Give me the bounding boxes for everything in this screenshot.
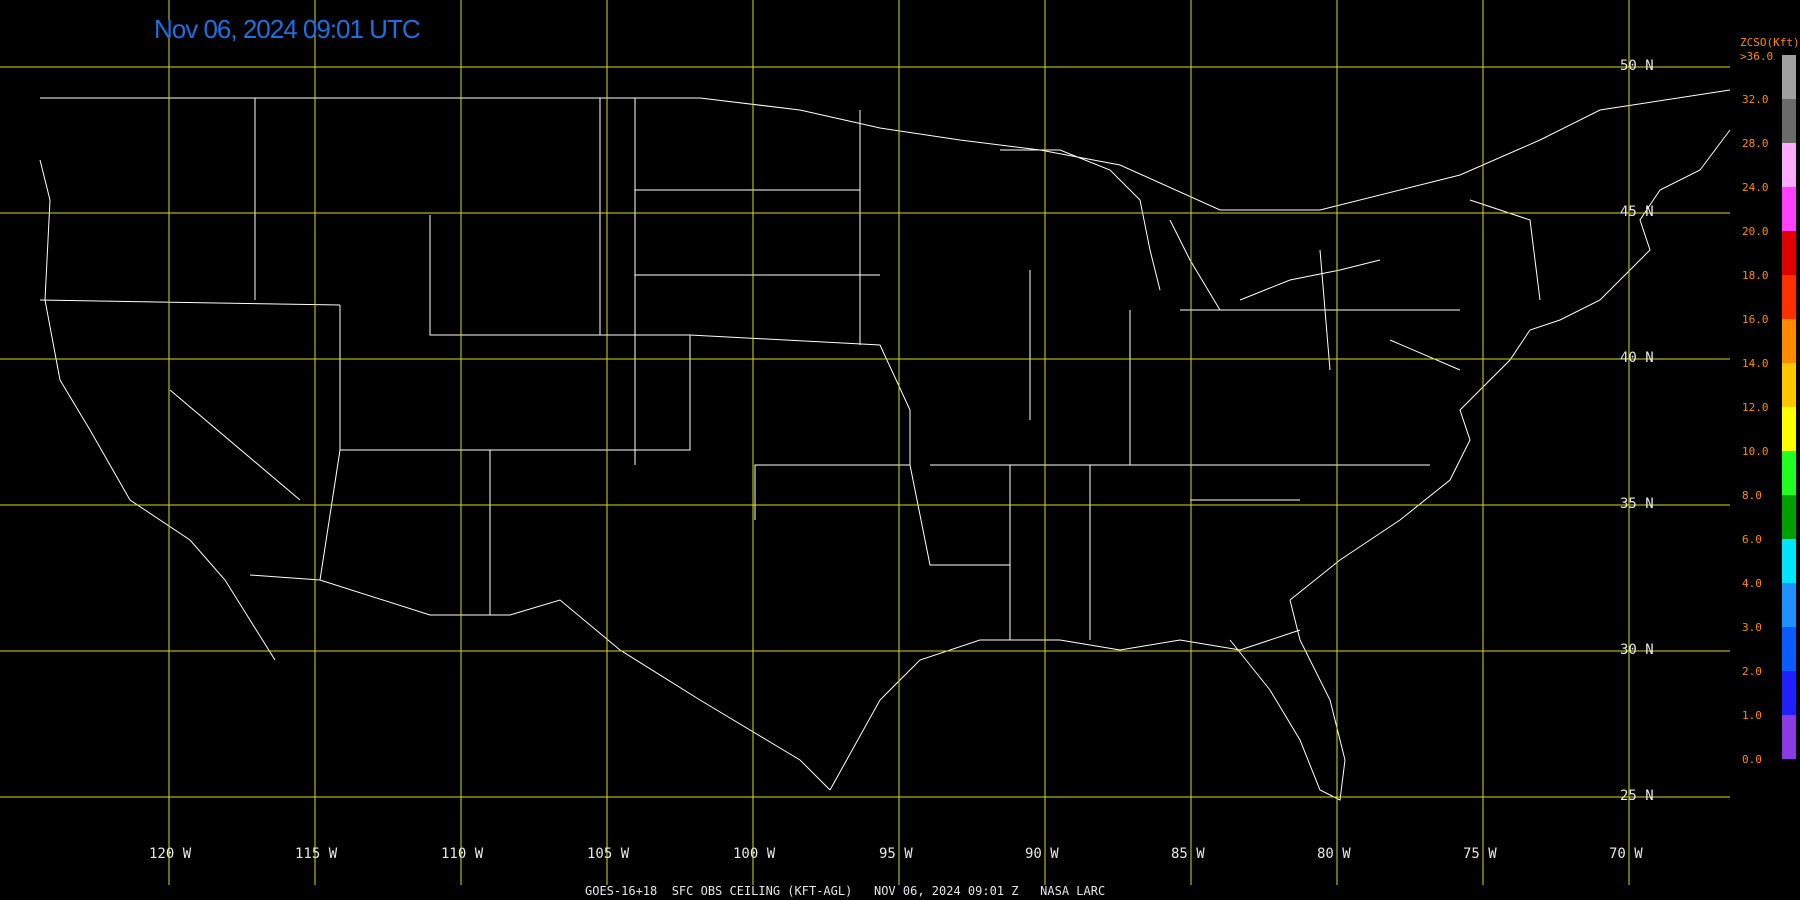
gulf-coast	[829, 629, 1301, 791]
legend-color-segment	[1782, 715, 1796, 759]
legend-color-segment	[1782, 55, 1796, 99]
legend-color-segment	[1782, 231, 1796, 275]
mexico-border	[249, 574, 831, 791]
legend-tick-label: 18.0	[1742, 269, 1769, 282]
timestamp-title: Nov 06, 2024 09:01 UTC	[154, 14, 421, 44]
legend-title: ZCSO(Kft)	[1740, 36, 1800, 49]
latitude-label: 30 N	[1620, 642, 1654, 658]
legend-color-segment	[1782, 187, 1796, 231]
state-boundaries	[39, 89, 1731, 801]
legend-tick-label: 6.0	[1742, 533, 1762, 546]
latitude-label: 45 N	[1620, 204, 1654, 220]
longitude-label: 95 W	[879, 846, 913, 862]
legend-tick-label: 2.0	[1742, 665, 1762, 678]
conus-map	[0, 0, 1731, 885]
legend-tick-label: 12.0	[1742, 401, 1769, 414]
legend-color-segment	[1782, 495, 1796, 539]
legend-color-segment	[1782, 407, 1796, 451]
latitude-label: 35 N	[1620, 496, 1654, 512]
longitude-label: 85 W	[1171, 846, 1205, 862]
legend-color-segment	[1782, 275, 1796, 319]
footer-caption: GOES-16+18 SFC OBS CEILING (KFT-AGL) NOV…	[585, 884, 1106, 898]
satellite-map-page: Nov 06, 2024 09:01 UTC 50 N 45 N 40 N 35 N 3…	[0, 0, 1800, 900]
legend-color-segment	[1782, 451, 1796, 495]
legend-tick-label: 3.0	[1742, 621, 1762, 634]
canada-border	[40, 89, 1731, 211]
legend-tick-label: 1.0	[1742, 709, 1762, 722]
longitude-label: 90 W	[1025, 846, 1059, 862]
longitude-label: 100 W	[733, 846, 776, 862]
longitude-label: 115 W	[295, 846, 338, 862]
legend-color-segment	[1782, 99, 1796, 143]
legend-color-segment	[1782, 143, 1796, 187]
latitude-label: 50 N	[1620, 58, 1654, 74]
state-lines-west	[39, 98, 691, 615]
legend-tick-label: 10.0	[1742, 445, 1769, 458]
legend-top-label: >36.0	[1740, 50, 1774, 63]
legend-color-segment	[1782, 539, 1796, 583]
legend-tick-label: 24.0	[1742, 181, 1769, 194]
legend-color-segment	[1782, 363, 1796, 407]
legend-tick-label: 32.0	[1742, 93, 1769, 106]
longitude-label: 120 W	[149, 846, 192, 862]
longitude-label: 110 W	[441, 846, 484, 862]
florida-coast	[1229, 599, 1346, 801]
legend-color-segment	[1782, 671, 1796, 715]
longitude-label: 105 W	[587, 846, 630, 862]
longitude-label: 75 W	[1463, 846, 1497, 862]
longitude-label: 80 W	[1317, 846, 1351, 862]
legend-color-segment	[1782, 627, 1796, 671]
color-legend-bar	[1782, 55, 1796, 759]
state-lines-central	[634, 98, 1430, 566]
legend-tick-label: 20.0	[1742, 225, 1769, 238]
legend-tick-label: 14.0	[1742, 357, 1769, 370]
coastline-boundary	[39, 159, 276, 661]
legend-color-segment	[1782, 319, 1796, 363]
graticule	[0, 0, 1730, 885]
legend-tick-label: 4.0	[1742, 577, 1762, 590]
legend-color-segment	[1782, 583, 1796, 627]
legend-tick-label: 16.0	[1742, 313, 1769, 326]
legend-tick-label: 8.0	[1742, 489, 1762, 502]
longitude-label: 70 W	[1609, 846, 1643, 862]
legend-tick-label: 28.0	[1742, 137, 1769, 150]
state-lines-east	[1009, 199, 1541, 640]
legend-tick-label: 0.0	[1742, 753, 1762, 766]
latitude-label: 40 N	[1620, 350, 1654, 366]
latitude-label: 25 N	[1620, 788, 1654, 804]
